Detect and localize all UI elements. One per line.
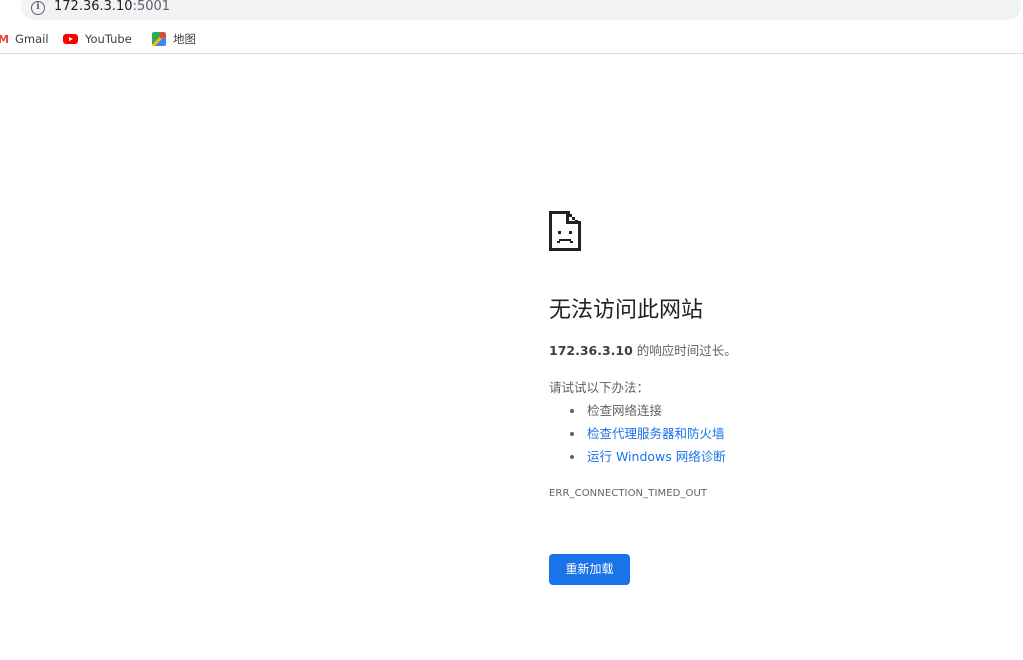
back-arrow-icon[interactable]: ‹	[0, 0, 10, 17]
error-code: ERR_CONNECTION_TIMED_OUT	[549, 488, 708, 499]
address-bar[interactable]: i 172.36.3.10:5001	[21, 0, 1021, 20]
sad-page-icon	[549, 211, 581, 251]
url-text[interactable]: 172.36.3.10:5001	[54, 0, 170, 15]
bookmark-gmail[interactable]: M Gmail	[0, 31, 49, 47]
error-title: 无法访问此网站	[549, 298, 704, 323]
url-host: 172.36.3.10	[54, 0, 133, 14]
reload-button[interactable]: 重新加载	[549, 554, 630, 585]
bookmarks-bar: M Gmail YouTube 地图	[0, 24, 1023, 54]
gmail-icon: M	[0, 32, 9, 46]
suggestion-check-connection: 检查网络连接	[569, 403, 726, 426]
suggestion-text: 检查网络连接	[587, 403, 663, 418]
bookmark-maps[interactable]: 地图	[152, 31, 196, 47]
bookmark-label: 地图	[173, 32, 196, 46]
maps-icon	[152, 32, 166, 46]
bookmark-label: Gmail	[15, 32, 49, 46]
youtube-icon	[63, 34, 78, 44]
suggestions-list: 检查网络连接 检查代理服务器和防火墙 运行 Windows 网络诊断	[569, 403, 726, 472]
info-icon[interactable]: i	[31, 1, 45, 15]
check-proxy-link[interactable]: 检查代理服务器和防火墙	[587, 426, 725, 441]
run-diagnostics-link[interactable]: 运行 Windows 网络诊断	[587, 449, 726, 464]
suggestion-check-proxy: 检查代理服务器和防火墙	[569, 426, 726, 449]
error-description: 172.36.3.10 的响应时间过长。	[549, 343, 737, 359]
bookmark-label: YouTube	[85, 32, 132, 46]
url-port: :5001	[132, 0, 171, 14]
suggestion-run-diagnostics: 运行 Windows 网络诊断	[569, 449, 726, 472]
error-desc-suffix: 的响应时间过长。	[632, 343, 737, 358]
bookmark-youtube[interactable]: YouTube	[63, 31, 132, 47]
error-host: 172.36.3.10	[549, 343, 633, 358]
suggestions-heading: 请试试以下办法：	[549, 380, 650, 395]
browser-toolbar: ‹ i 172.36.3.10:5001	[0, 0, 1023, 20]
